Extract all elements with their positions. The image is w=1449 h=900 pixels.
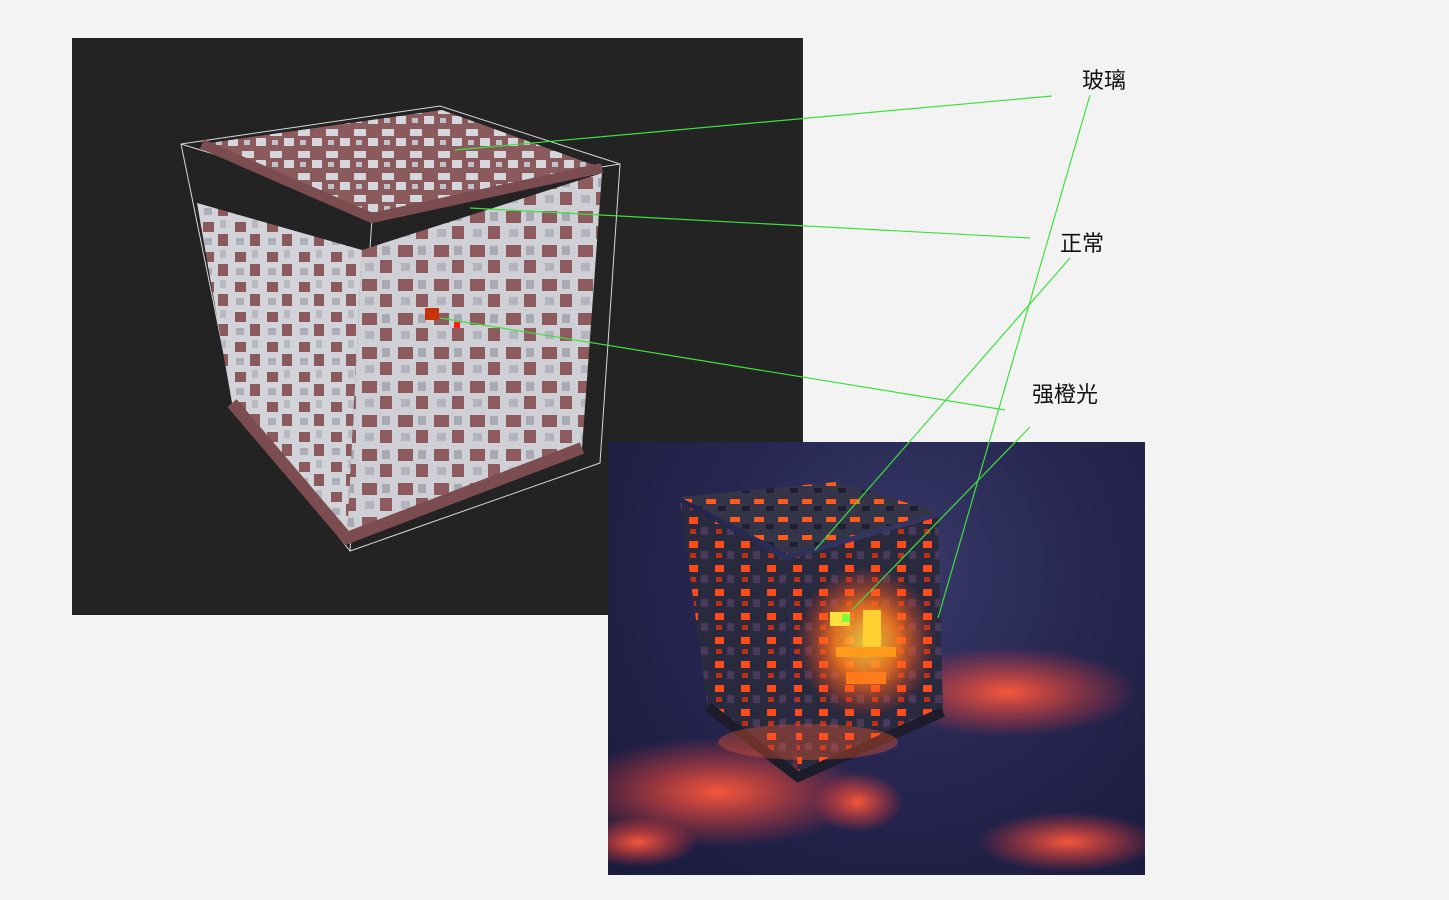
render-cube-illustration xyxy=(608,482,1145,872)
label-glass: 玻璃 xyxy=(1082,69,1127,94)
render-preview xyxy=(608,442,1145,875)
green-emissive-voxel xyxy=(842,614,850,622)
label-normal: 正常 xyxy=(1060,232,1105,257)
label-orange-light: 强橙光 xyxy=(1032,383,1099,408)
orange-light-voxel xyxy=(425,308,439,320)
cube-left-face xyxy=(197,203,362,538)
